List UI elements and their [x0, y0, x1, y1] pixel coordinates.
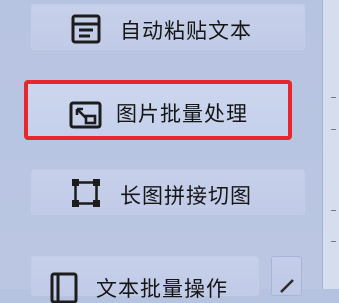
- paste-text-icon: [70, 13, 102, 45]
- scroll-region: [323, 0, 339, 289]
- sidebar-item-long-image-stitch[interactable]: 长图拼接切图: [31, 169, 305, 215]
- divider: [331, 210, 336, 211]
- edit-button[interactable]: [271, 256, 302, 296]
- sidebar-item-image-batch[interactable]: 图片批量处理: [24, 80, 292, 140]
- divider: [331, 129, 336, 130]
- book-icon: [49, 271, 79, 303]
- sidebar-item-label: 文本批量操作: [96, 277, 228, 301]
- crop-frame-icon: [70, 177, 102, 209]
- sidebar-item-text-batch[interactable]: 文本批量操作: [31, 256, 259, 303]
- sidebar-item-label: 长图拼接切图: [120, 184, 252, 208]
- image-batch-icon: [69, 101, 102, 129]
- divider: [331, 97, 336, 98]
- divider: [331, 241, 336, 242]
- sidebar-item-auto-paste-text[interactable]: 自动粘贴文本: [31, 4, 305, 50]
- sidebar-item-label: 图片批量处理: [116, 102, 248, 126]
- sidebar-item-label: 自动粘贴文本: [120, 19, 252, 43]
- pencil-icon: [277, 279, 297, 293]
